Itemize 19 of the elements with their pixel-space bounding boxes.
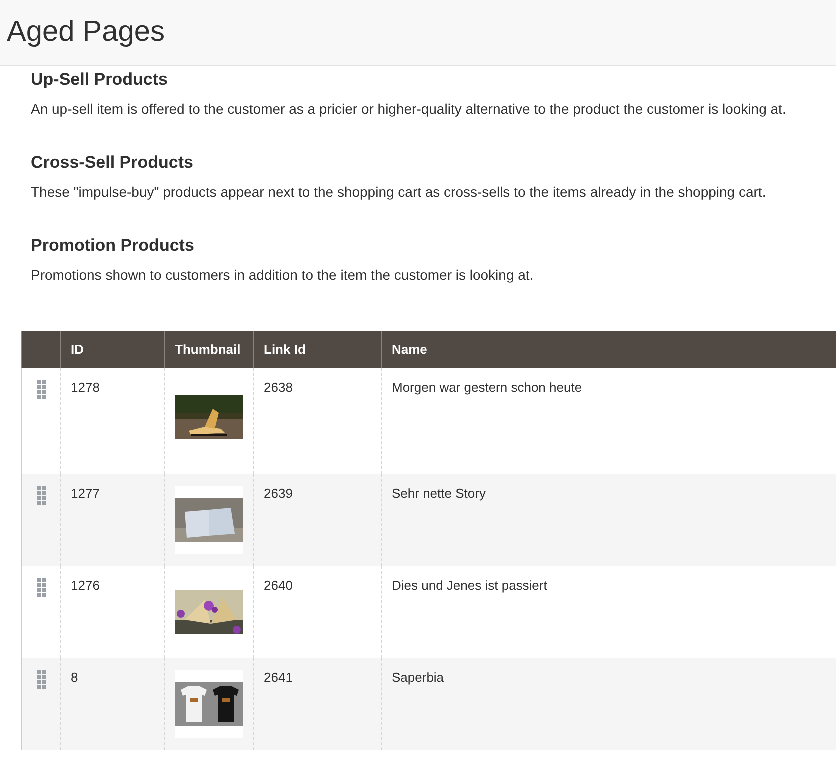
section-description: Promotions shown to customers in addition to the item the customer is looking at.	[31, 267, 535, 283]
table-cell: 2641	[254, 658, 382, 750]
column-header	[22, 331, 60, 368]
section-heading: Up-Sell Products	[31, 70, 169, 90]
section-description: These "impulse-buy" products appear next to the shopping cart as cross-sells to the items already in the shopping cart.	[31, 184, 768, 200]
drag-handle-icon[interactable]	[37, 578, 46, 597]
table-cell: Saperbia	[382, 658, 836, 750]
page-title: Aged Pages	[7, 16, 166, 49]
column-header: Name	[382, 331, 836, 368]
column-header: Thumbnail	[164, 331, 254, 368]
column-header: ID	[60, 331, 164, 368]
section-heading: Cross-Sell Products	[31, 153, 194, 173]
section-heading: Promotion Products	[31, 236, 196, 256]
drag-handle-icon[interactable]	[37, 380, 46, 399]
drag-handle-icon[interactable]	[37, 670, 46, 689]
column-header: Link Id	[254, 331, 382, 368]
section-description: An up-sell item is offered to the customer as a pricier or higher-quality alternative to the product the customer is looking at.	[31, 101, 788, 117]
table-cell: 8	[60, 658, 164, 750]
drag-handle-icon[interactable]	[37, 486, 46, 505]
